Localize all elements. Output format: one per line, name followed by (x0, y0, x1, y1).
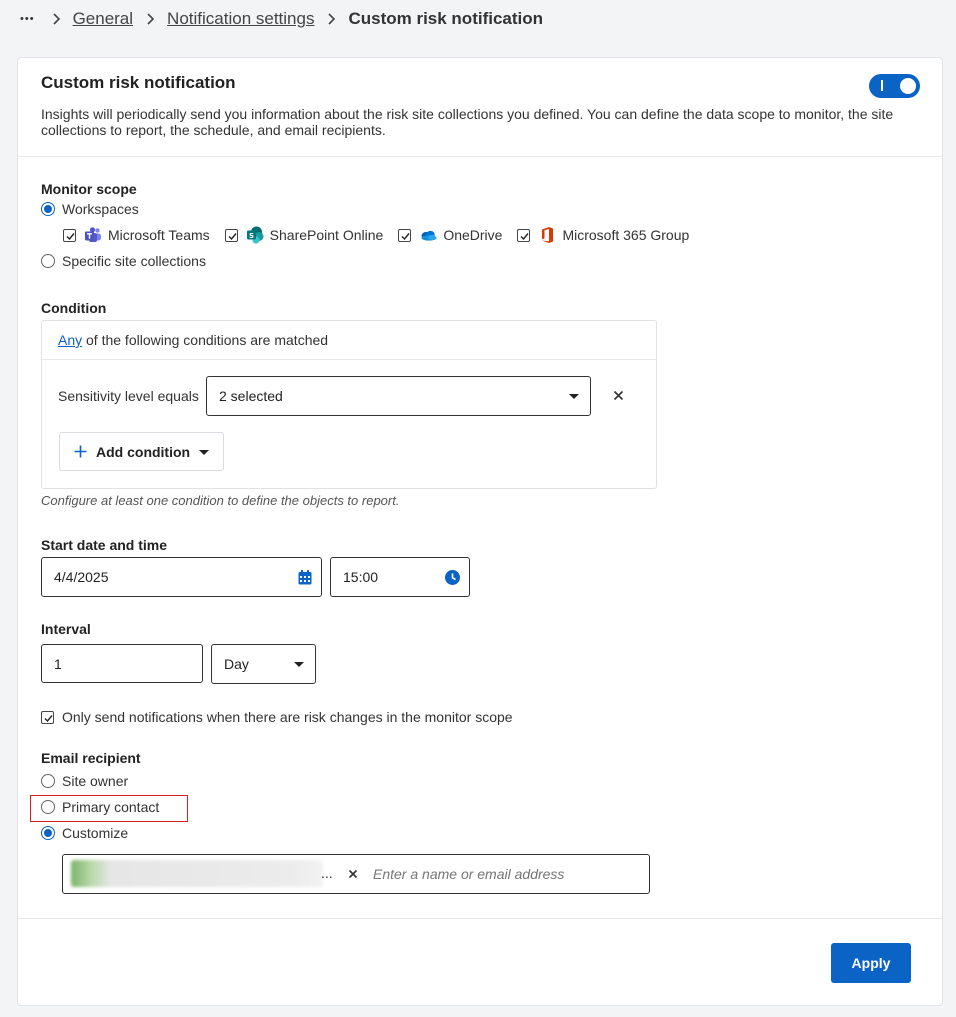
radio-unselected[interactable] (41, 774, 55, 788)
interval-input[interactable]: 1 (41, 644, 203, 683)
add-condition-button[interactable]: Add condition (59, 432, 224, 471)
condition-header: Any of the following conditions are matc… (42, 321, 656, 360)
start-date-value: 4/4/2025 (54, 569, 109, 585)
chevron-right-icon (328, 13, 336, 25)
sharepoint-label: SharePoint Online (269, 227, 384, 243)
start-date-label: Start date and time (41, 537, 168, 553)
m365-group-label: Microsoft 365 Group (562, 227, 690, 243)
remove-recipient-icon[interactable] (348, 869, 358, 879)
interval-label: Interval (41, 621, 91, 637)
sharepoint-icon: S (246, 226, 264, 244)
card-description: Insights will periodically send you info… (41, 106, 894, 138)
radio-selected[interactable] (41, 826, 55, 840)
breadcrumb-general[interactable]: General (73, 9, 133, 29)
teams-label: Microsoft Teams (108, 227, 210, 243)
sensitivity-select[interactable]: 2 selected (206, 376, 591, 416)
start-time-input[interactable]: 15:00 (330, 557, 470, 597)
toggle-on-mark (881, 80, 883, 91)
email-recipient-input[interactable]: ... (62, 854, 650, 894)
breadcrumb: ••• General Notification settings Custom… (20, 8, 543, 30)
breadcrumb-current: Custom risk notification (348, 9, 544, 28)
remove-condition-icon[interactable] (613, 390, 624, 401)
enable-toggle[interactable] (869, 74, 920, 98)
caret-down-icon (199, 450, 209, 455)
chip-ellipsis: ... (321, 865, 333, 881)
matched-text: of the following conditions are matched (82, 332, 329, 348)
notification-card: Custom risk notification Insights will p… (17, 57, 943, 1006)
condition-box: Any of the following conditions are matc… (41, 320, 657, 489)
microsoft-365-icon (542, 227, 554, 243)
svg-text:S: S (249, 232, 254, 240)
interval-unit-value: Day (224, 656, 249, 672)
primary-contact-radio[interactable]: Primary contact (41, 797, 159, 817)
breadcrumb-notification-settings[interactable]: Notification settings (167, 9, 314, 29)
recipient-search-input[interactable] (371, 863, 641, 885)
sharepoint-checkbox[interactable] (224, 228, 238, 242)
rule-label: Sensitivity level equals (58, 388, 199, 404)
primary-contact-label: Primary contact (62, 799, 160, 815)
workspaces-radio[interactable]: Workspaces (41, 199, 139, 219)
radio-unselected[interactable] (41, 800, 55, 814)
specific-sites-label: Specific site collections (62, 253, 206, 269)
calendar-icon[interactable] (298, 570, 312, 585)
onedrive-checkbox[interactable] (398, 228, 412, 242)
workspaces-label: Workspaces (62, 201, 139, 217)
condition-label: Condition (41, 300, 107, 316)
interval-unit-select[interactable]: Day (211, 644, 316, 684)
add-condition-label: Add condition (96, 443, 191, 460)
footer-divider (18, 918, 942, 919)
customize-label: Customize (62, 825, 129, 841)
site-owner-radio[interactable]: Site owner (41, 771, 128, 791)
only-changes-checkbox-row[interactable]: Only send notifications when there are r… (41, 707, 513, 727)
start-date-input[interactable]: 4/4/2025 (41, 557, 322, 597)
teams-checkbox[interactable] (63, 228, 76, 242)
teams-icon (85, 227, 101, 242)
chevron-right-icon (147, 13, 155, 25)
only-changes-checkbox[interactable] (41, 710, 54, 724)
radio-selected[interactable] (41, 202, 55, 216)
recipient-chip-redacted (71, 860, 323, 887)
monitor-scope-label: Monitor scope (41, 181, 137, 197)
any-link[interactable]: Any (58, 332, 82, 348)
condition-hint: Configure at least one condition to defi… (41, 493, 400, 508)
apps-checkbox-row: Microsoft Teams S SharePoint Online OneD… (63, 225, 689, 245)
onedrive-icon (421, 230, 437, 241)
card-title: Custom risk notification (41, 73, 236, 92)
only-changes-label: Only send notifications when there are r… (62, 709, 513, 725)
caret-down-icon (294, 662, 304, 667)
interval-value: 1 (54, 655, 62, 672)
caret-down-icon (569, 394, 579, 399)
start-time-value: 15:00 (343, 569, 379, 585)
specific-sites-radio[interactable]: Specific site collections (41, 251, 206, 271)
sensitivity-select-value: 2 selected (219, 388, 283, 404)
m365-group-checkbox[interactable] (517, 228, 531, 242)
apply-button[interactable]: Apply (831, 943, 911, 983)
chevron-right-icon (52, 13, 60, 25)
header-divider (18, 156, 942, 157)
more-icon[interactable]: ••• (20, 13, 35, 25)
toggle-knob (900, 78, 916, 94)
radio-unselected[interactable] (41, 254, 55, 268)
customize-radio[interactable]: Customize (41, 823, 128, 843)
onedrive-label: OneDrive (443, 227, 503, 243)
email-recipient-label: Email recipient (41, 750, 141, 766)
clock-icon[interactable] (445, 570, 460, 585)
site-owner-label: Site owner (62, 773, 129, 789)
plus-icon (74, 445, 87, 458)
